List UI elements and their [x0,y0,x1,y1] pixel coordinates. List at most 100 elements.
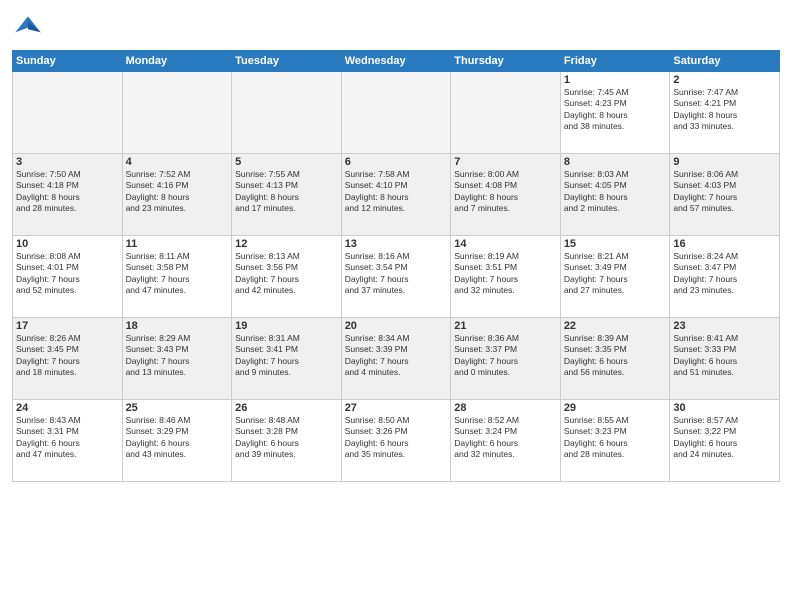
day-number: 11 [126,238,229,250]
calendar-cell [122,72,232,154]
calendar-cell: 15Sunrise: 8:21 AM Sunset: 3:49 PM Dayli… [560,236,670,318]
day-number: 21 [454,320,557,332]
day-info: Sunrise: 8:46 AM Sunset: 3:29 PM Dayligh… [126,415,229,461]
day-info: Sunrise: 7:58 AM Sunset: 4:10 PM Dayligh… [345,169,448,215]
calendar-cell: 27Sunrise: 8:50 AM Sunset: 3:26 PM Dayli… [341,400,451,482]
calendar-cell: 11Sunrise: 8:11 AM Sunset: 3:58 PM Dayli… [122,236,232,318]
day-number: 16 [673,238,776,250]
day-info: Sunrise: 8:26 AM Sunset: 3:45 PM Dayligh… [16,333,119,379]
day-number: 7 [454,156,557,168]
calendar-cell: 19Sunrise: 8:31 AM Sunset: 3:41 PM Dayli… [232,318,342,400]
day-number: 3 [16,156,119,168]
day-number: 25 [126,402,229,414]
day-number: 20 [345,320,448,332]
calendar-cell: 29Sunrise: 8:55 AM Sunset: 3:23 PM Dayli… [560,400,670,482]
day-number: 23 [673,320,776,332]
week-row-1: 1Sunrise: 7:45 AM Sunset: 4:23 PM Daylig… [13,72,780,154]
calendar-cell: 13Sunrise: 8:16 AM Sunset: 3:54 PM Dayli… [341,236,451,318]
day-info: Sunrise: 8:08 AM Sunset: 4:01 PM Dayligh… [16,251,119,297]
day-info: Sunrise: 8:57 AM Sunset: 3:22 PM Dayligh… [673,415,776,461]
calendar-cell: 12Sunrise: 8:13 AM Sunset: 3:56 PM Dayli… [232,236,342,318]
day-info: Sunrise: 8:16 AM Sunset: 3:54 PM Dayligh… [345,251,448,297]
calendar-table: SundayMondayTuesdayWednesdayThursdayFrid… [12,50,780,482]
calendar-cell [13,72,123,154]
week-row-5: 24Sunrise: 8:43 AM Sunset: 3:31 PM Dayli… [13,400,780,482]
header-row: SundayMondayTuesdayWednesdayThursdayFrid… [13,51,780,72]
calendar-cell: 4Sunrise: 7:52 AM Sunset: 4:16 PM Daylig… [122,154,232,236]
day-number: 30 [673,402,776,414]
logo-icon [12,10,44,42]
calendar-cell: 26Sunrise: 8:48 AM Sunset: 3:28 PM Dayli… [232,400,342,482]
day-info: Sunrise: 8:36 AM Sunset: 3:37 PM Dayligh… [454,333,557,379]
header-tuesday: Tuesday [232,51,342,72]
calendar-cell: 8Sunrise: 8:03 AM Sunset: 4:05 PM Daylig… [560,154,670,236]
day-number: 2 [673,74,776,86]
calendar-cell: 20Sunrise: 8:34 AM Sunset: 3:39 PM Dayli… [341,318,451,400]
calendar-cell: 21Sunrise: 8:36 AM Sunset: 3:37 PM Dayli… [451,318,561,400]
day-number: 9 [673,156,776,168]
day-number: 22 [564,320,667,332]
calendar-cell: 28Sunrise: 8:52 AM Sunset: 3:24 PM Dayli… [451,400,561,482]
day-number: 14 [454,238,557,250]
calendar-cell: 6Sunrise: 7:58 AM Sunset: 4:10 PM Daylig… [341,154,451,236]
day-info: Sunrise: 8:11 AM Sunset: 3:58 PM Dayligh… [126,251,229,297]
day-number: 29 [564,402,667,414]
day-info: Sunrise: 8:13 AM Sunset: 3:56 PM Dayligh… [235,251,338,297]
calendar-cell: 9Sunrise: 8:06 AM Sunset: 4:03 PM Daylig… [670,154,780,236]
week-row-3: 10Sunrise: 8:08 AM Sunset: 4:01 PM Dayli… [13,236,780,318]
day-number: 18 [126,320,229,332]
day-number: 19 [235,320,338,332]
day-info: Sunrise: 7:47 AM Sunset: 4:21 PM Dayligh… [673,87,776,133]
calendar-cell: 7Sunrise: 8:00 AM Sunset: 4:08 PM Daylig… [451,154,561,236]
header-friday: Friday [560,51,670,72]
day-number: 27 [345,402,448,414]
day-number: 1 [564,74,667,86]
calendar-cell: 2Sunrise: 7:47 AM Sunset: 4:21 PM Daylig… [670,72,780,154]
day-info: Sunrise: 8:06 AM Sunset: 4:03 PM Dayligh… [673,169,776,215]
day-number: 28 [454,402,557,414]
day-number: 15 [564,238,667,250]
week-row-2: 3Sunrise: 7:50 AM Sunset: 4:18 PM Daylig… [13,154,780,236]
calendar-cell [341,72,451,154]
day-info: Sunrise: 8:24 AM Sunset: 3:47 PM Dayligh… [673,251,776,297]
day-info: Sunrise: 8:48 AM Sunset: 3:28 PM Dayligh… [235,415,338,461]
calendar-cell: 30Sunrise: 8:57 AM Sunset: 3:22 PM Dayli… [670,400,780,482]
header [12,10,780,42]
calendar-cell: 25Sunrise: 8:46 AM Sunset: 3:29 PM Dayli… [122,400,232,482]
day-info: Sunrise: 7:52 AM Sunset: 4:16 PM Dayligh… [126,169,229,215]
day-info: Sunrise: 8:50 AM Sunset: 3:26 PM Dayligh… [345,415,448,461]
day-info: Sunrise: 8:39 AM Sunset: 3:35 PM Dayligh… [564,333,667,379]
calendar-cell: 10Sunrise: 8:08 AM Sunset: 4:01 PM Dayli… [13,236,123,318]
calendar-cell: 3Sunrise: 7:50 AM Sunset: 4:18 PM Daylig… [13,154,123,236]
day-number: 24 [16,402,119,414]
day-number: 5 [235,156,338,168]
week-row-4: 17Sunrise: 8:26 AM Sunset: 3:45 PM Dayli… [13,318,780,400]
header-saturday: Saturday [670,51,780,72]
day-info: Sunrise: 8:19 AM Sunset: 3:51 PM Dayligh… [454,251,557,297]
day-info: Sunrise: 8:03 AM Sunset: 4:05 PM Dayligh… [564,169,667,215]
calendar-cell: 23Sunrise: 8:41 AM Sunset: 3:33 PM Dayli… [670,318,780,400]
logo [12,10,48,42]
day-info: Sunrise: 8:00 AM Sunset: 4:08 PM Dayligh… [454,169,557,215]
day-number: 8 [564,156,667,168]
calendar-cell: 14Sunrise: 8:19 AM Sunset: 3:51 PM Dayli… [451,236,561,318]
main-container: SundayMondayTuesdayWednesdayThursdayFrid… [0,0,792,612]
day-number: 6 [345,156,448,168]
day-number: 26 [235,402,338,414]
day-number: 10 [16,238,119,250]
header-monday: Monday [122,51,232,72]
calendar-cell: 24Sunrise: 8:43 AM Sunset: 3:31 PM Dayli… [13,400,123,482]
day-info: Sunrise: 8:31 AM Sunset: 3:41 PM Dayligh… [235,333,338,379]
day-info: Sunrise: 8:55 AM Sunset: 3:23 PM Dayligh… [564,415,667,461]
calendar-cell [451,72,561,154]
day-number: 17 [16,320,119,332]
day-info: Sunrise: 8:52 AM Sunset: 3:24 PM Dayligh… [454,415,557,461]
header-sunday: Sunday [13,51,123,72]
day-number: 4 [126,156,229,168]
day-number: 12 [235,238,338,250]
calendar-cell [232,72,342,154]
day-info: Sunrise: 8:41 AM Sunset: 3:33 PM Dayligh… [673,333,776,379]
day-info: Sunrise: 8:29 AM Sunset: 3:43 PM Dayligh… [126,333,229,379]
header-thursday: Thursday [451,51,561,72]
day-info: Sunrise: 8:34 AM Sunset: 3:39 PM Dayligh… [345,333,448,379]
